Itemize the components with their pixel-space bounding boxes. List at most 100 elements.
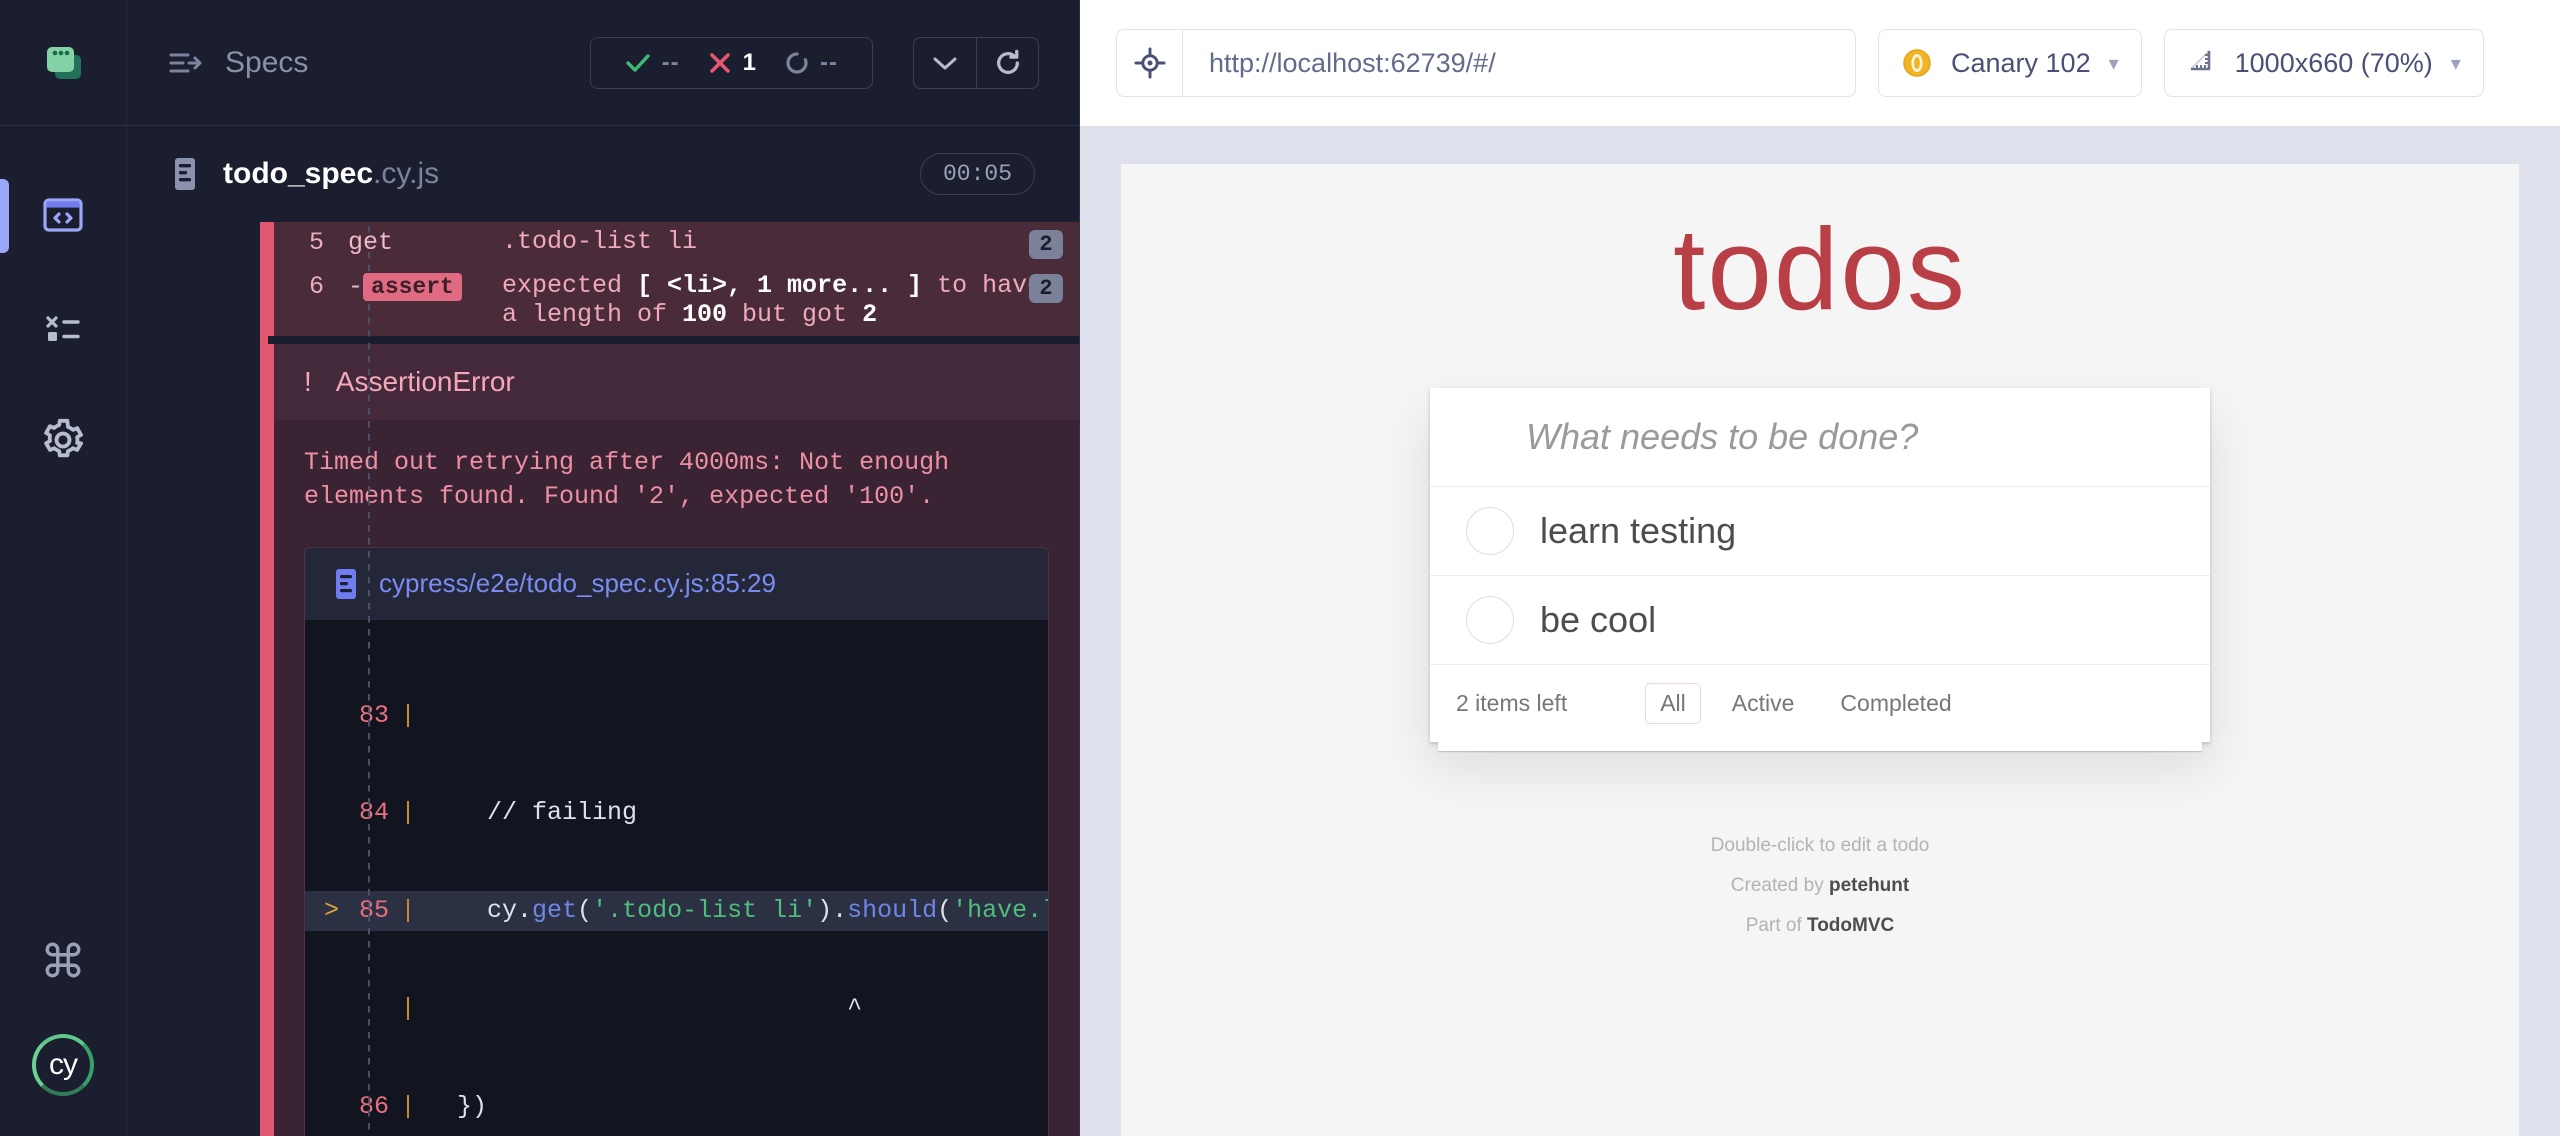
spec-file-name: todo_spec.cy.js bbox=[223, 157, 439, 191]
code-line-marker: > bbox=[323, 896, 339, 925]
todo-toggle-checkbox[interactable] bbox=[1466, 507, 1514, 555]
code-line-pipe: | bbox=[400, 1091, 416, 1121]
arrow-right-list-icon bbox=[169, 53, 202, 72]
new-todo-input[interactable]: What needs to be done? bbox=[1430, 388, 2210, 487]
chevron-down-icon: ▾ bbox=[2108, 52, 2119, 75]
todo-list-item[interactable]: learn testing bbox=[1430, 487, 2210, 576]
selector-playground-button[interactable] bbox=[1117, 30, 1183, 96]
code-frame: cypress/e2e/todo_spec.cy.js:85:29 83 | 84… bbox=[304, 546, 1049, 1136]
left-nav-rail: cy bbox=[0, 0, 127, 1136]
rail-items bbox=[0, 126, 126, 496]
command-message: .todo-list li bbox=[502, 227, 698, 256]
code-line-caret: | ^ bbox=[305, 989, 1048, 1029]
chrome-canary-icon bbox=[1903, 49, 1931, 77]
url-input[interactable]: http://localhost:62739/#/ bbox=[1183, 48, 1496, 79]
code-token: '.todo-list li' bbox=[592, 896, 818, 925]
stat-failed-value: 1 bbox=[742, 48, 758, 76]
todo-toggle-checkbox[interactable] bbox=[1466, 596, 1514, 644]
cypress-account-badge[interactable]: cy bbox=[32, 1034, 94, 1096]
code-token: ( bbox=[937, 896, 953, 925]
error-panel: ! AssertionError Timed out retrying afte… bbox=[268, 343, 1079, 1136]
exclamation-icon: ! bbox=[304, 365, 312, 397]
command-badge: 2 bbox=[1029, 274, 1063, 303]
runs-list-icon bbox=[46, 316, 80, 341]
info-line-edit-hint: Double-click to edit a todo bbox=[1710, 835, 1930, 856]
todo-list-item[interactable]: be cool bbox=[1430, 576, 2210, 665]
info-project-name: TodoMVC bbox=[1807, 914, 1895, 936]
command-row-assert[interactable]: 6 - assert expected [ <li>, 1 more... ] t… bbox=[268, 266, 1079, 336]
error-header: ! AssertionError bbox=[274, 343, 1079, 420]
sidebar-item-runs[interactable] bbox=[0, 272, 126, 384]
rail-bottom: cy bbox=[0, 908, 126, 1136]
code-frame-file-link[interactable]: cypress/e2e/todo_spec.cy.js:85:29 bbox=[305, 547, 1048, 620]
specs-label: Specs bbox=[225, 45, 309, 79]
code-frame-file-path: cypress/e2e/todo_spec.cy.js:85:29 bbox=[379, 568, 776, 598]
test-nesting-guide bbox=[368, 226, 370, 1136]
info-created-by: Created by bbox=[1730, 874, 1829, 896]
code-line-source: }) bbox=[427, 1091, 488, 1121]
browser-selector[interactable]: Canary 102 ▾ bbox=[1878, 29, 2142, 97]
code-token: should bbox=[847, 896, 938, 925]
code-line-marker bbox=[305, 796, 339, 830]
code-line: 86 | }) bbox=[305, 1087, 1048, 1127]
chevron-down-icon: ▾ bbox=[2450, 52, 2461, 75]
assert-part-1: [ <li>, 1 more... ] bbox=[637, 271, 923, 300]
specs-back-link[interactable]: Specs bbox=[169, 46, 308, 80]
code-line-number bbox=[339, 992, 389, 1026]
cypress-windows-logo-icon bbox=[47, 46, 81, 79]
code-line-source: // failing bbox=[427, 798, 638, 828]
command-row-get[interactable]: 5 get .todo-list li 2 bbox=[268, 222, 1079, 266]
command-log: 5 get .todo-list li 2 6 - assert expected… bbox=[127, 222, 1079, 1136]
error-title: AssertionError bbox=[335, 365, 515, 397]
assert-part-3: 100 bbox=[682, 299, 728, 329]
code-line-number: 85 bbox=[358, 896, 389, 925]
aut-stage: todos What needs to be done? learn testi… bbox=[1080, 126, 2560, 1136]
browser-label: Canary 102 bbox=[1951, 47, 2091, 78]
todoapp-title: todos bbox=[1673, 204, 1967, 334]
command-number: 5 bbox=[308, 228, 324, 257]
log-content: 5 get .todo-list li 2 6 - assert expected… bbox=[268, 222, 1079, 1136]
spec-file-extension: .cy.js bbox=[373, 157, 440, 190]
command-name: - assert bbox=[324, 272, 502, 301]
command-prefix: - bbox=[348, 272, 364, 301]
code-line-pipe: | bbox=[400, 700, 416, 730]
todo-count: 2 items left bbox=[1456, 690, 1568, 716]
file-code-icon bbox=[336, 568, 356, 599]
filter-active[interactable]: Active bbox=[1717, 683, 1810, 724]
code-token: 'have.l bbox=[952, 896, 1048, 925]
code-line-marker bbox=[305, 992, 339, 1026]
todoapp-info: Double-click to edit a todo Created by p… bbox=[1121, 826, 2519, 946]
code-caret: ^ bbox=[847, 993, 863, 1023]
chevron-down-icon bbox=[933, 57, 957, 69]
code-line-marker bbox=[305, 699, 339, 733]
restart-button[interactable] bbox=[976, 37, 1038, 88]
keyboard-shortcuts-button[interactable] bbox=[0, 908, 126, 1012]
sidebar-item-settings[interactable] bbox=[0, 384, 126, 496]
viewport-label: 1000x660 (70%) bbox=[2234, 47, 2433, 78]
url-bar: http://localhost:62739/#/ bbox=[1116, 29, 1856, 97]
assert-tag: assert bbox=[363, 273, 462, 301]
spec-row: todo_spec.cy.js 00:05 bbox=[127, 126, 1079, 222]
info-line-author: Created by petehunt bbox=[1121, 866, 2519, 906]
todo-filters: All Active Completed bbox=[1645, 683, 1966, 724]
spec-timer: 00:05 bbox=[919, 153, 1035, 195]
stat-passed: -- bbox=[611, 49, 694, 77]
collapse-button[interactable] bbox=[914, 38, 976, 88]
todo-label: be cool bbox=[1540, 599, 1657, 640]
assert-part-0: expected bbox=[502, 271, 638, 300]
filter-all[interactable]: All bbox=[1645, 683, 1701, 724]
code-line-highlighted: >85 | cy.get('.todo-list li').should('hav… bbox=[305, 891, 1048, 931]
sidebar-item-specs[interactable] bbox=[0, 160, 126, 272]
code-line-pipe: | bbox=[400, 798, 416, 828]
code-window-icon bbox=[43, 198, 83, 232]
code-line: 84 | // failing bbox=[305, 793, 1048, 833]
viewport-selector[interactable]: 1000x660 (70%) ▾ bbox=[2163, 29, 2484, 97]
command-number: 6 bbox=[308, 272, 324, 301]
filter-completed[interactable]: Completed bbox=[1825, 683, 1966, 724]
command-name: get bbox=[348, 228, 394, 257]
info-part-of: Part of bbox=[1745, 914, 1807, 936]
reporter-header: Specs -- 1 -- bbox=[127, 0, 1079, 126]
ruler-icon bbox=[2190, 50, 2210, 71]
code-line-source: cy.get('.todo-list li').should('have.l bbox=[427, 894, 1048, 928]
x-icon bbox=[709, 52, 730, 73]
